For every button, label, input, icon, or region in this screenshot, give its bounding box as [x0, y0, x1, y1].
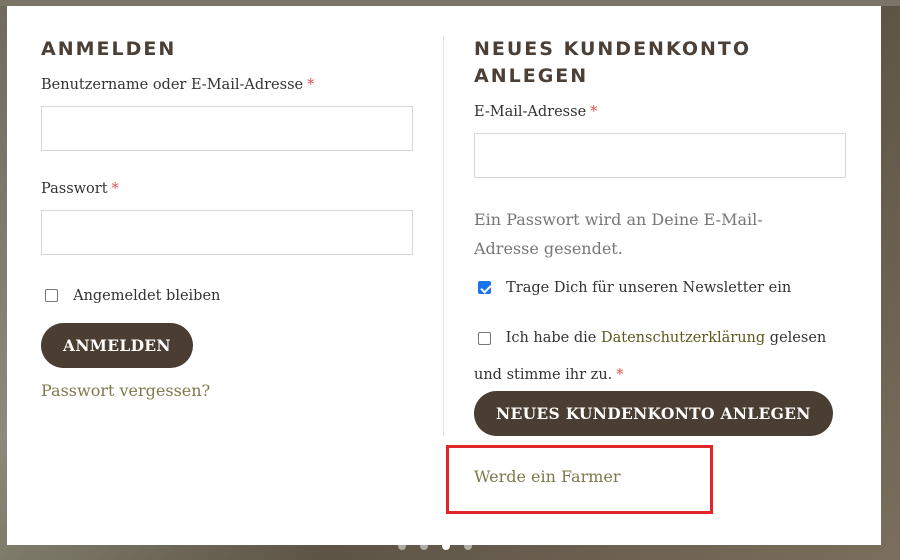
remember-row: Angemeldet bleiben	[45, 285, 220, 304]
password-input[interactable]	[41, 210, 413, 255]
password-note: Ein Passwort wird an Deine E-Mail-Adress…	[474, 210, 763, 258]
newsletter-checkbox[interactable]	[478, 281, 491, 294]
slider-dot[interactable]	[420, 542, 428, 550]
slider-dot[interactable]	[464, 542, 472, 550]
login-button[interactable]: ANMELDEN	[41, 323, 193, 368]
privacy-prefix: Ich habe die	[505, 330, 597, 346]
newsletter-label: Trage Dich für unseren Newsletter ein	[506, 279, 792, 296]
password-label: Passwort	[41, 181, 108, 197]
slider-dots	[398, 542, 478, 552]
email-label-row: E-Mail-Adresse *	[474, 104, 597, 120]
required-marker: *	[111, 181, 119, 197]
newsletter-row: Trage Dich für unseren Newsletter ein	[478, 277, 791, 296]
highlight-annotation-box	[446, 445, 713, 514]
register-heading: NEUES KUNDENKONTO ANLEGEN	[474, 38, 751, 87]
login-heading: ANMELDEN	[41, 38, 177, 60]
email-input[interactable]	[474, 133, 846, 178]
slider-dot[interactable]	[398, 542, 406, 550]
required-marker: *	[616, 367, 624, 383]
required-marker: *	[307, 77, 315, 93]
remember-checkbox[interactable]	[45, 289, 58, 302]
username-input[interactable]	[41, 106, 413, 151]
register-button[interactable]: NEUES KUNDENKONTO ANLEGEN	[474, 391, 833, 436]
username-label: Benutzername oder E-Mail-Adresse	[41, 77, 304, 93]
required-marker: *	[590, 104, 598, 120]
privacy-row: Ich habe die Datenschutzerklärung gelese…	[474, 320, 834, 394]
password-label-row: Passwort *	[41, 181, 119, 197]
privacy-checkbox[interactable]	[478, 331, 491, 345]
account-card: ANMELDEN Benutzername oder E-Mail-Adress…	[7, 6, 881, 545]
username-label-row: Benutzername oder E-Mail-Adresse *	[41, 77, 314, 93]
column-divider	[443, 36, 444, 436]
remember-label: Angemeldet bleiben	[73, 287, 221, 304]
slider-dot-active[interactable]	[442, 542, 450, 550]
privacy-policy-link[interactable]: Datenschutzerklärung	[601, 330, 765, 346]
email-label: E-Mail-Adresse	[474, 104, 587, 120]
forgot-password-link[interactable]: Passwort vergessen?	[41, 381, 210, 400]
